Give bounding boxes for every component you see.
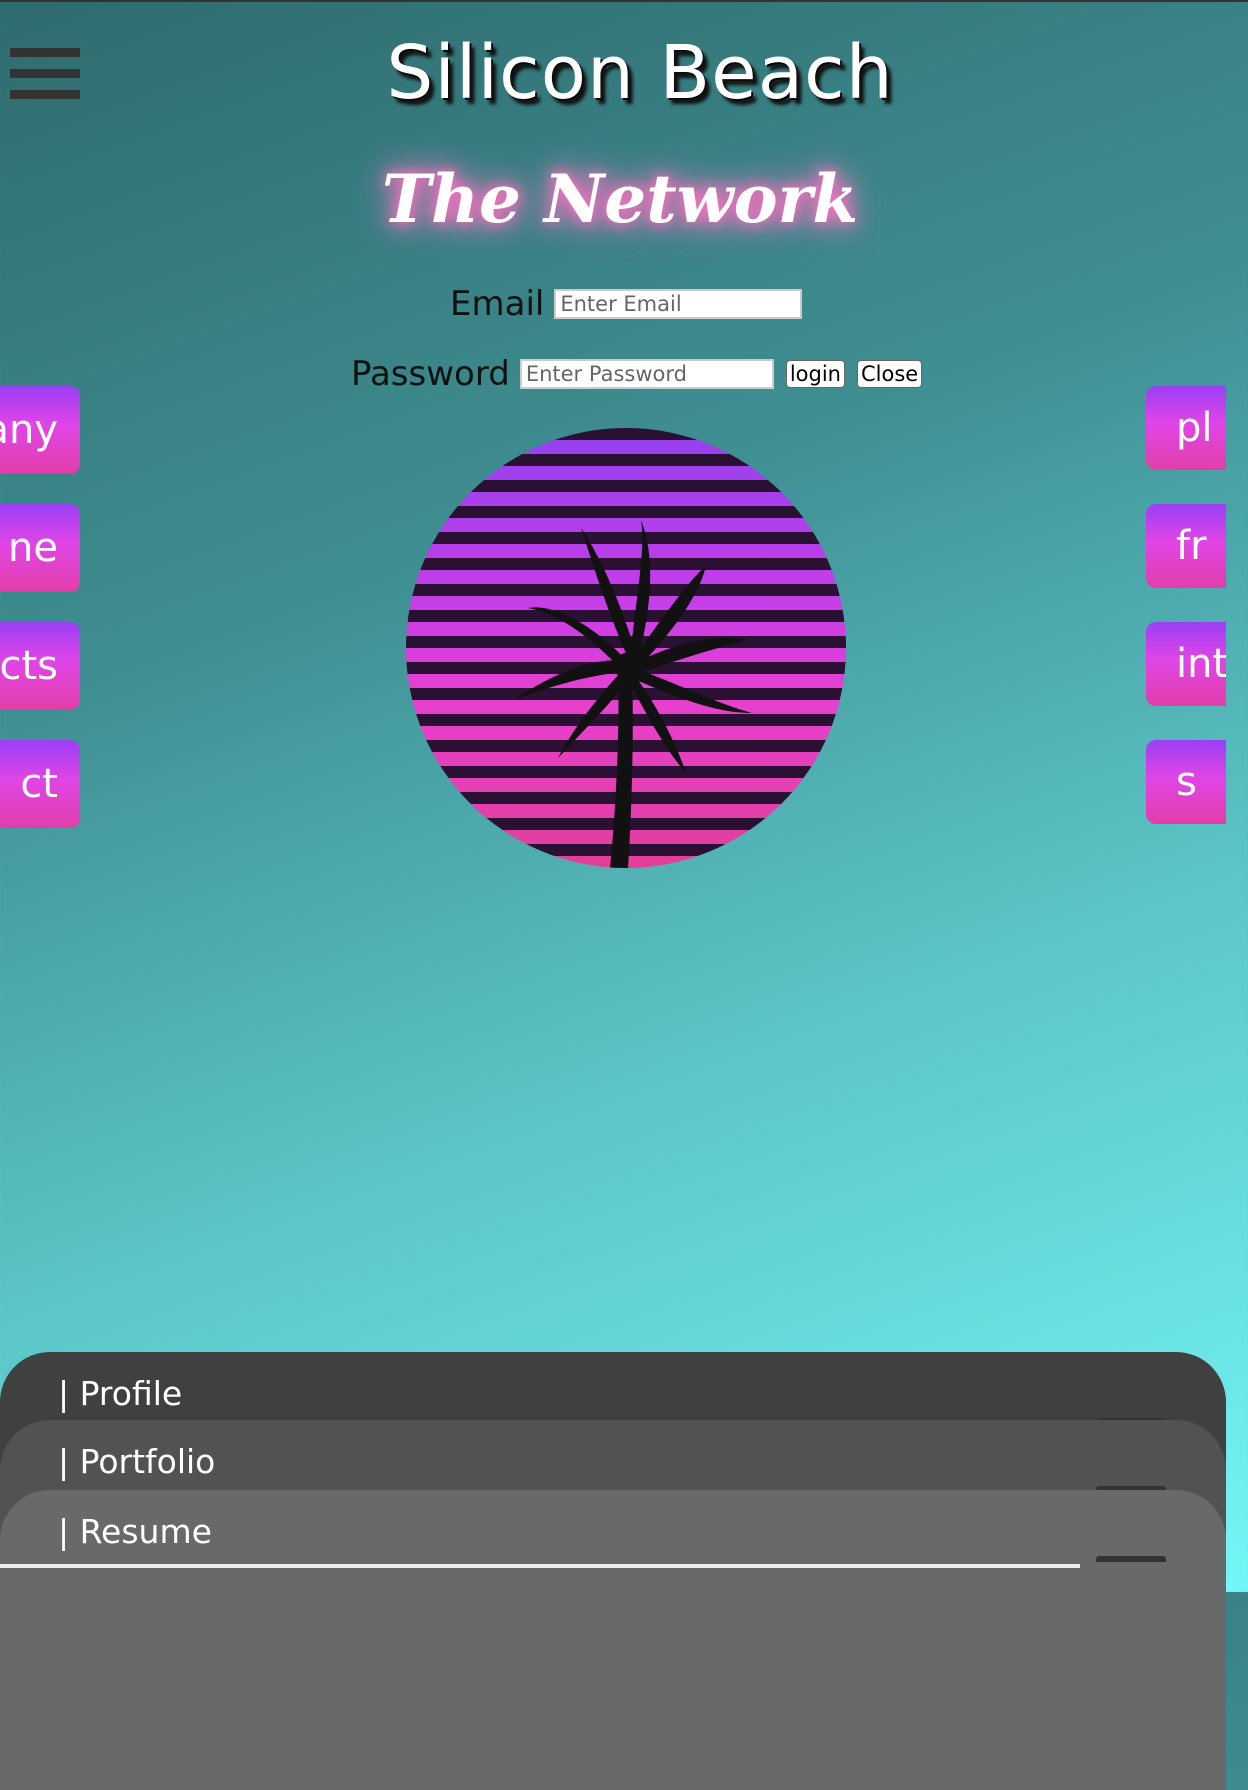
email-label: Email [450,284,545,324]
right-nav-button-2[interactable]: fr [1146,504,1226,588]
close-button[interactable]: Close [856,360,923,388]
page-subtitle: The Network [381,160,859,238]
right-nav-button-1[interactable]: pl [1146,386,1226,470]
horizontal-scrollbar[interactable] [0,1564,1080,1568]
login-button[interactable]: login [785,360,845,388]
email-field[interactable] [554,289,803,319]
profile-tab-label[interactable]: | Profile [58,1374,182,1413]
page-title: Silicon Beach [386,30,894,116]
right-nav-label: int [1176,641,1226,687]
left-nav-label: any [0,407,58,453]
password-row: Password login Close [351,354,923,394]
left-nav-button-3[interactable]: cts [0,622,80,710]
left-nav-button-4[interactable]: ct [0,740,80,828]
password-label: Password [351,354,510,394]
left-nav-label: cts [0,643,58,689]
right-nav-button-4[interactable]: s [1146,740,1226,824]
left-nav-button-2[interactable]: ne [0,504,80,592]
left-nav-button-1[interactable]: any [0,386,80,474]
left-nav-label: ct [20,761,58,807]
right-nav-label: pl [1176,405,1213,451]
email-row: Email [450,284,803,324]
portfolio-tab-label[interactable]: | Portfolio [58,1442,215,1481]
right-nav-label: fr [1176,523,1207,569]
left-nav-label: ne [8,525,58,571]
palm-tree-sunset-icon [406,428,846,868]
resume-tab-label[interactable]: | Resume [58,1512,212,1551]
right-nav-button-3[interactable]: int [1146,622,1226,706]
resume-panel[interactable]: | Resume [0,1490,1226,1790]
right-nav-label: s [1176,759,1197,805]
top-border [0,0,1248,2]
panel-handle [1096,1556,1166,1562]
password-field[interactable] [519,359,774,389]
